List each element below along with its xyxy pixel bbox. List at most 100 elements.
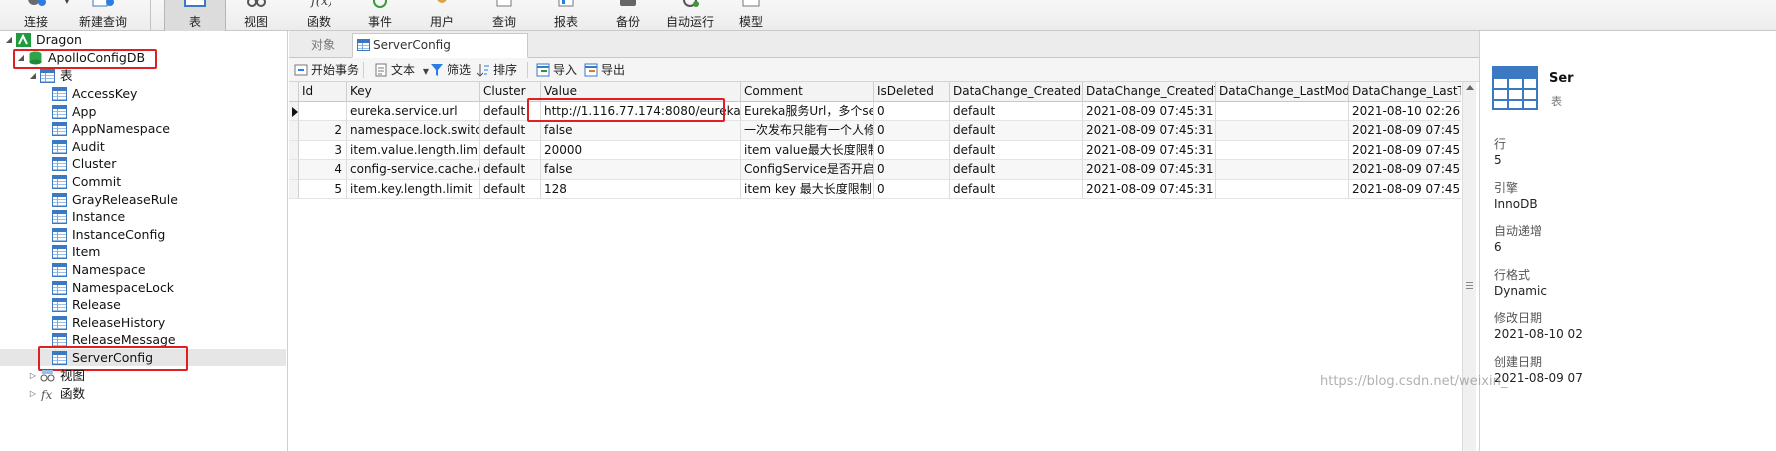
scroll-grip-icon[interactable] bbox=[1466, 282, 1473, 291]
import-button[interactable]: 导入 bbox=[535, 60, 577, 80]
grid-cell[interactable]: 4 bbox=[299, 160, 347, 180]
row-header[interactable] bbox=[289, 101, 299, 121]
grid-cell[interactable]: config-service.cache.enab bbox=[347, 160, 480, 180]
function-button[interactable]: f(x) 函数 bbox=[290, 0, 348, 31]
grid-cell[interactable] bbox=[1216, 179, 1349, 199]
grid-cell[interactable] bbox=[1216, 140, 1349, 160]
grid-cell[interactable]: eureka.service.url bbox=[347, 101, 480, 121]
grid-cell[interactable]: false bbox=[541, 121, 741, 141]
automation-button[interactable]: 自动运行 bbox=[660, 0, 720, 31]
grid-cell[interactable]: 20000 bbox=[541, 140, 741, 160]
tab-objects[interactable]: 对象 bbox=[295, 33, 351, 58]
grid-cell[interactable]: 2021-08-09 07:45:31 bbox=[1083, 121, 1216, 141]
grid-cell[interactable]: default bbox=[950, 101, 1083, 121]
tree-table-item[interactable]: GrayReleaseRule bbox=[0, 191, 286, 209]
grid-cell[interactable] bbox=[1216, 121, 1349, 141]
tree-table-item[interactable]: NamespaceLock bbox=[0, 279, 286, 297]
column-header[interactable]: DataChange_CreatedBy bbox=[950, 82, 1083, 102]
tree-table-item[interactable]: App bbox=[0, 103, 286, 121]
grid-cell[interactable]: item.key.length.limit bbox=[347, 179, 480, 199]
grid-cell[interactable]: 128 bbox=[541, 179, 741, 199]
report-button[interactable]: 报表 bbox=[536, 0, 596, 31]
expanded-arrow-icon[interactable]: ◢ bbox=[4, 31, 14, 49]
table-row[interactable]: 2 namespace.lock.switch default false 一次发布只能… bbox=[289, 121, 1461, 141]
scroll-up-arrow-icon[interactable] bbox=[1466, 85, 1474, 90]
tree-table-item[interactable]: Instance bbox=[0, 208, 286, 226]
table-row[interactable]: 5 item.key.length.limit default 128 item key… bbox=[289, 179, 1461, 199]
row-header[interactable] bbox=[289, 160, 299, 180]
vertical-scrollbar[interactable] bbox=[1462, 82, 1476, 451]
tree-table-item[interactable]: Cluster bbox=[0, 155, 286, 173]
tree-table-item[interactable]: Namespace bbox=[0, 261, 286, 279]
grid-cell[interactable]: 1 bbox=[299, 101, 347, 121]
grid-cell[interactable]: 2021-08-09 07:45:31 bbox=[1083, 101, 1216, 121]
grid-cell[interactable]: 0 bbox=[874, 140, 950, 160]
tree-table-item[interactable]: Item bbox=[0, 243, 286, 261]
grid-cell[interactable]: false bbox=[541, 160, 741, 180]
user-button[interactable]: 用户 bbox=[412, 0, 472, 31]
collapsed-arrow-icon[interactable]: ▷ bbox=[28, 367, 38, 385]
grid-cell[interactable]: default bbox=[950, 121, 1083, 141]
row-header[interactable] bbox=[289, 121, 299, 141]
grid-cell[interactable]: 一次发布只能有一个人修改: bbox=[741, 121, 874, 141]
column-header[interactable]: Comment bbox=[741, 82, 874, 102]
grid-cell[interactable]: 0 bbox=[874, 179, 950, 199]
table-row[interactable]: 3 item.value.length.limit default 20000 item… bbox=[289, 140, 1461, 160]
tree-tables-group[interactable]: ◢ 表 bbox=[0, 67, 286, 85]
row-header[interactable] bbox=[289, 140, 299, 160]
tab-serverconfig[interactable]: ServerConfig @ApolloConfi... bbox=[352, 33, 528, 75]
grid-cell[interactable]: 5 bbox=[299, 179, 347, 199]
grid-cell[interactable]: 0 bbox=[874, 101, 950, 121]
expanded-arrow-icon[interactable]: ◢ bbox=[28, 67, 38, 85]
grid-cell[interactable]: 2021-08-10 02:26:27 bbox=[1349, 101, 1461, 121]
grid-cell[interactable]: 0 bbox=[874, 160, 950, 180]
column-header[interactable]: Id bbox=[299, 82, 347, 102]
tree-table-item[interactable]: Release bbox=[0, 296, 286, 314]
grid-cell[interactable]: default bbox=[480, 160, 541, 180]
grid-cell[interactable]: item key 最大长度限制 bbox=[741, 179, 874, 199]
grid-cell[interactable]: 2021-08-09 07:45:31 bbox=[1349, 160, 1461, 180]
column-header[interactable]: DataChange_LastTime bbox=[1349, 82, 1461, 102]
grid-cell[interactable]: default bbox=[480, 140, 541, 160]
begin-transaction-button[interactable]: 开始事务 bbox=[293, 60, 359, 80]
grid-cell[interactable]: default bbox=[950, 160, 1083, 180]
column-header[interactable]: IsDeleted bbox=[874, 82, 950, 102]
grid-cell[interactable]: item.value.length.limit bbox=[347, 140, 480, 160]
grid-cell[interactable]: 2021-08-09 07:45:31 bbox=[1083, 160, 1216, 180]
grid-cell[interactable]: 2 bbox=[299, 121, 347, 141]
text-view-button[interactable]: 文本 ▼ bbox=[373, 60, 429, 80]
tree-table-item[interactable]: AppNamespace bbox=[0, 120, 286, 138]
connect-dropdown-button[interactable]: ▼ bbox=[62, 0, 72, 31]
tree-functions-group[interactable]: ▷ fx 函数 bbox=[0, 385, 286, 403]
column-header[interactable]: DataChange_CreatedTime bbox=[1083, 82, 1216, 102]
grid-cell[interactable]: default bbox=[950, 179, 1083, 199]
table-button[interactable]: 表 bbox=[164, 0, 226, 31]
grid-cell[interactable]: 3 bbox=[299, 140, 347, 160]
tree-table-item[interactable]: Commit bbox=[0, 173, 286, 191]
connect-button[interactable]: 连接 bbox=[10, 0, 62, 31]
grid-cell[interactable]: item value最大长度限制 bbox=[741, 140, 874, 160]
grid-cell[interactable]: ConfigService是否开启缓存 bbox=[741, 160, 874, 180]
export-button[interactable]: 导出 bbox=[583, 60, 625, 80]
grid-cell[interactable]: 2021-08-09 07:45:31 bbox=[1349, 179, 1461, 199]
sort-button[interactable]: 排序 bbox=[475, 60, 517, 80]
grid-cell[interactable]: 2021-08-09 07:45:31 bbox=[1083, 179, 1216, 199]
grid-cell[interactable]: default bbox=[950, 140, 1083, 160]
tree-views-group[interactable]: ▷ 视图 bbox=[0, 367, 286, 385]
tree-table-item[interactable]: AccessKey bbox=[0, 85, 286, 103]
tree-table-item[interactable]: Audit bbox=[0, 138, 286, 156]
tree-table-item[interactable]: ReleaseHistory bbox=[0, 314, 286, 332]
model-button[interactable]: 模型 bbox=[722, 0, 780, 31]
grid-cell[interactable]: Eureka服务Url，多个servic bbox=[741, 101, 874, 121]
view-button[interactable]: 视图 bbox=[228, 0, 284, 31]
row-header[interactable] bbox=[289, 179, 299, 199]
grid-cell[interactable] bbox=[1216, 101, 1349, 121]
grid-cell[interactable]: default bbox=[480, 121, 541, 141]
collapsed-arrow-icon[interactable]: ▷ bbox=[28, 385, 38, 403]
grid-cell[interactable] bbox=[1216, 160, 1349, 180]
column-header[interactable]: Key bbox=[347, 82, 480, 102]
filter-button[interactable]: 筛选 bbox=[429, 60, 471, 80]
grid-cell[interactable]: 0 bbox=[874, 121, 950, 141]
table-row[interactable]: 4config-service.cache.enabdefaultfalseCo… bbox=[289, 160, 1461, 180]
grid-cell[interactable]: default bbox=[480, 179, 541, 199]
